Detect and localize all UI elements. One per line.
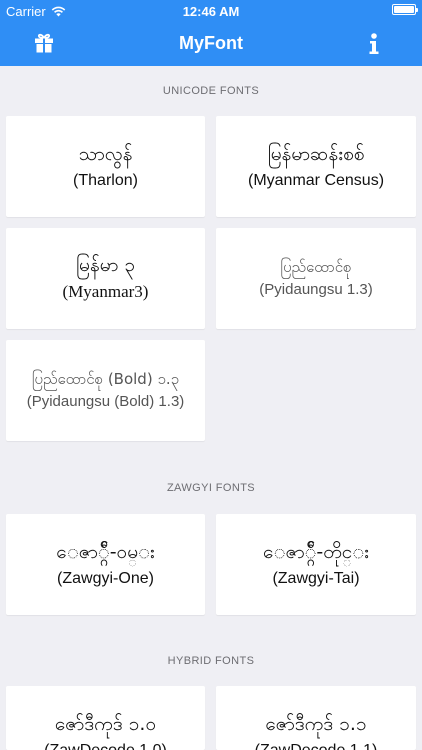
font-native-name: မြန်မာ ၃ bbox=[75, 254, 136, 277]
font-card-zawgyi-tai[interactable]: ေဇာ္ဂ်ီ-တိုင္း (Zawgyi-Tai) bbox=[216, 514, 416, 615]
font-card-zawdecode-1-1[interactable]: ဇော်ဒီကုဒ် ၁.၁ (ZawDecode 1.1) bbox=[216, 686, 416, 750]
info-button[interactable] bbox=[363, 32, 389, 56]
font-native-name: ပြည်ထောင်စု bbox=[280, 258, 352, 277]
font-native-name: ပြည်ထောင်စု (Bold) ၁.၃ bbox=[31, 370, 180, 389]
font-latin-name: (ZawDecode 1.1) bbox=[255, 740, 378, 750]
app-title: MyFont bbox=[179, 33, 243, 53]
font-latin-name: (Pyidaungsu 1.3) bbox=[259, 280, 373, 298]
font-latin-name: (Zawgyi-One) bbox=[57, 569, 154, 587]
info-icon bbox=[369, 33, 379, 54]
status-bar: Carrier 12:46 AM bbox=[0, 0, 422, 22]
font-native-name: သာလွန် bbox=[78, 142, 133, 165]
font-native-name: ဇော်ဒီကုဒ် ၁.၁ bbox=[265, 713, 367, 735]
status-right bbox=[392, 4, 418, 15]
font-native-name: ေဇာ္ဂ်ီ-တိုင္း bbox=[263, 540, 369, 563]
font-latin-name: (Myanmar Census) bbox=[247, 171, 385, 189]
font-card-pyidaungsu[interactable]: ပြည်ထောင်စု (Pyidaungsu 1.3) bbox=[216, 228, 416, 329]
font-native-name: ေဇာ္ဂ်ီ-ဝမ္း bbox=[56, 540, 155, 563]
font-card-pyidaungsu-bold[interactable]: ပြည်ထောင်စု (Bold) ၁.၃ (Pyidaungsu (Bold… bbox=[6, 340, 205, 441]
font-native-name: မြန်မာဆန်းစစ် bbox=[267, 142, 365, 165]
font-native-name: ဇော်ဒီကုဒ် ၁.၀ bbox=[54, 713, 157, 735]
font-card-zawgyi-one[interactable]: ေဇာ္ဂ်ီ-ဝမ္း (Zawgyi-One) bbox=[6, 514, 205, 615]
section-header-hybrid: HYBRID FONTS bbox=[167, 655, 255, 667]
section-header-zawgyi: ZAWGYI FONTS bbox=[166, 482, 256, 494]
font-card-myanmar-census[interactable]: မြန်မာဆန်းစစ် (Myanmar Census) bbox=[216, 116, 416, 217]
font-card-zawdecode-1-0[interactable]: ဇော်ဒီကုဒ် ၁.၀ (ZawDecode 1.0) bbox=[6, 686, 205, 750]
font-latin-name: (Myanmar3) bbox=[62, 281, 149, 301]
font-latin-name: (ZawDecode 1.0) bbox=[44, 740, 167, 750]
font-latin-name: (Pyidaungsu (Bold) 1.3) bbox=[26, 392, 185, 410]
font-latin-name: (Tharlon) bbox=[73, 171, 138, 189]
font-card-myanmar3[interactable]: မြန်မာ ၃ (Myanmar3) bbox=[6, 228, 205, 329]
battery-fill bbox=[394, 6, 414, 13]
font-card-tharlon[interactable]: သာလွန် (Tharlon) bbox=[6, 116, 205, 217]
font-latin-name: (Zawgyi-Tai) bbox=[272, 569, 360, 587]
battery-icon bbox=[392, 4, 418, 15]
status-time: 12:46 AM bbox=[182, 4, 240, 19]
section-header-unicode: UNICODE FONTS bbox=[162, 85, 260, 97]
nav-bar: MyFont bbox=[0, 22, 422, 66]
